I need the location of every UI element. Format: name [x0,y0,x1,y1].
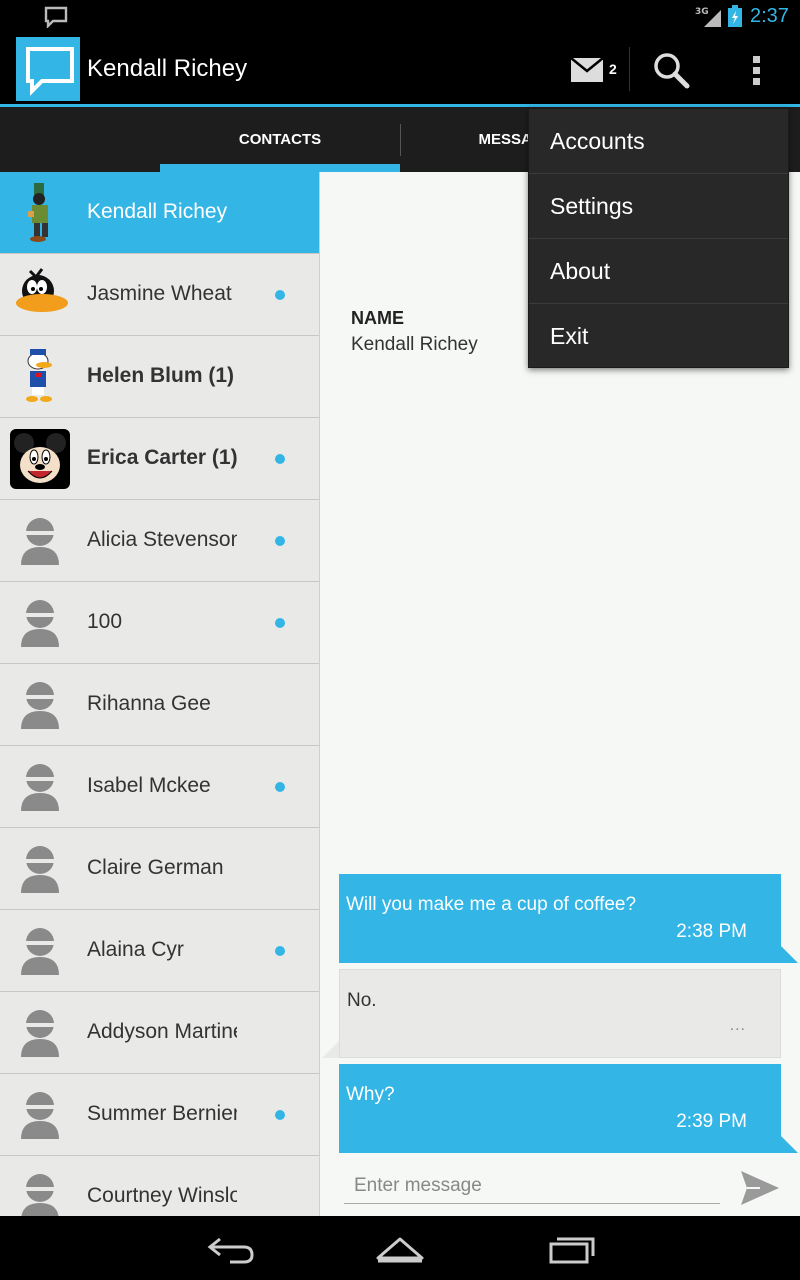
default-avatar [8,591,72,655]
contacts-list[interactable]: Kendall Richey Jasmine Wheat Helen Blum (1… [0,172,320,1216]
contact-row[interactable]: Rihanna Gee [0,664,319,746]
status-time: 2:37 [750,5,789,27]
contact-row[interactable]: Isabel Mckee [0,746,319,828]
contact-row[interactable]: 100 [0,582,319,664]
message-time: 2:38 PM [676,921,747,942]
online-indicator [275,946,285,956]
default-avatar [8,1083,72,1147]
navigation-bar [0,1216,800,1280]
action-divider [629,47,630,91]
battery-charging-icon [728,5,742,27]
app-title: Kendall Richey [87,55,248,82]
donald-avatar [8,345,72,409]
contact-name: Jasmine Wheat [87,282,232,305]
contact-row[interactable]: Erica Carter (1) [0,418,319,500]
mickey-avatar [8,427,72,491]
message-text: No. [347,990,377,1011]
online-indicator [275,782,285,792]
contact-name: Claire German [87,856,224,879]
contact-row[interactable]: Claire German [0,828,319,910]
daffy-avatar [8,263,72,327]
online-indicator [275,290,285,300]
default-avatar [8,837,72,901]
default-avatar [8,1165,72,1216]
home-icon[interactable] [370,1230,430,1266]
menu-item-about[interactable]: About [529,239,788,304]
contact-row[interactable]: Courtney Winslow [0,1156,319,1216]
menu-item-exit[interactable]: Exit [529,304,788,369]
message-text: Will you make me a cup of coffee? [346,894,637,915]
contact-row[interactable]: Kendall Richey [0,172,319,254]
mail-button[interactable] [564,47,628,91]
online-indicator [275,536,285,546]
online-indicator [275,1110,285,1120]
send-icon[interactable] [738,1166,782,1210]
message-status: ... [729,1017,746,1034]
recents-icon[interactable] [541,1230,601,1266]
contact-row[interactable]: Addyson Martinez [0,992,319,1074]
menu-item-accounts[interactable]: Accounts [529,109,788,174]
contact-name: 100 [87,610,123,633]
contact-name: Addyson Martinez [87,1020,237,1043]
mail-icon [570,57,604,82]
contact-name: Summer Bernier [87,1102,237,1125]
status-bar: 3G 2:37 [0,0,800,33]
message-bubble-outgoing[interactable]: Why? 2:39 PM [339,1064,798,1153]
message-bubble-outgoing[interactable]: Will you make me a cup of coffee? 2:38 P… [339,874,798,963]
tab-indicator [160,164,400,172]
contact-name: Rihanna Gee [87,692,211,715]
contact-name: Alicia Stevenson [87,528,237,551]
mail-count: 2 [609,61,617,77]
search-icon[interactable] [650,49,692,91]
contact-name: Helen Blum (1) [87,364,235,387]
tab-contacts[interactable]: CONTACTS [160,107,400,172]
default-avatar [8,755,72,819]
overflow-menu: Accounts Settings About Exit [528,108,789,368]
menu-item-settings[interactable]: Settings [529,174,788,239]
contact-row[interactable]: Summer Bernier [0,1074,319,1156]
contact-row[interactable]: Jasmine Wheat [0,254,319,336]
default-avatar [8,919,72,983]
app-chat-icon [26,47,74,96]
message-time: 2:39 PM [676,1111,747,1132]
contact-name: Isabel Mckee [87,774,211,797]
contact-row[interactable]: Helen Blum (1) [0,336,319,418]
online-indicator [275,618,285,628]
signal-icon: 3G [695,7,721,27]
action-bar: Kendall Richey 2 [0,33,800,106]
contact-name: Courtney Winslow [87,1184,237,1207]
svg-text:3G: 3G [695,7,709,17]
notification-icon [44,6,68,28]
contact-info-value: Kendall Richey [351,334,478,355]
contact-name: Alaina Cyr [87,938,184,961]
contact-name: Erica Carter (1) [87,446,237,469]
online-indicator [275,454,285,464]
default-avatar [8,1001,72,1065]
app-icon[interactable] [16,37,80,101]
default-avatar [8,673,72,737]
message-text: Why? [346,1084,395,1105]
back-icon[interactable] [200,1230,260,1266]
contact-info-label: NAME [351,308,404,328]
goofy-avatar [8,181,72,245]
contact-name: Kendall Richey [87,200,228,223]
contact-row[interactable]: Alaina Cyr [0,910,319,992]
default-avatar [8,509,72,573]
overflow-icon[interactable] [740,49,774,91]
message-input[interactable] [344,1168,720,1204]
contact-row[interactable]: Alicia Stevenson [0,500,319,582]
message-bubble-incoming[interactable]: No. ... [322,969,781,1058]
